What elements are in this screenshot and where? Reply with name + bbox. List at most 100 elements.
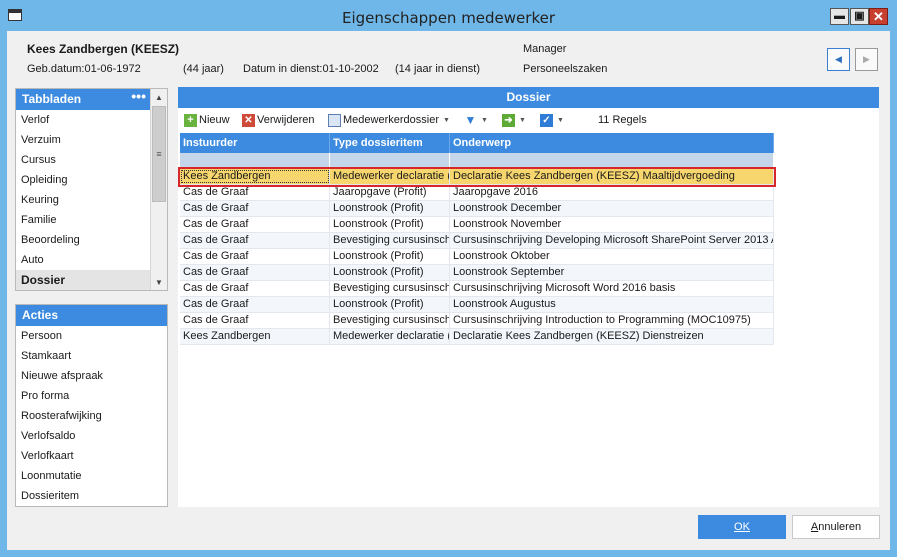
table-row[interactable]: Cas de Graaf Bevestiging cursusinsch Cur… [180,233,774,249]
cell-onderwerp[interactable]: Loonstrook November [450,217,774,232]
cell-type[interactable]: Loonstrook (Profit) [330,265,450,280]
table-row[interactable]: Cas de Graaf Loonstrook (Profit) Loonstr… [180,249,774,265]
chevron-down-icon: ▼ [481,116,488,124]
cell-instuurder[interactable]: Cas de Graaf [180,297,330,312]
tab-verlof[interactable]: Verlof [16,110,151,130]
next-record-button[interactable]: ▶ [855,48,878,71]
cell-onderwerp[interactable]: Loonstrook Oktober [450,249,774,264]
grid-rows: Kees Zandbergen Medewerker declaratie ( … [178,167,776,345]
table-row[interactable]: Cas de Graaf Loonstrook (Profit) Loonstr… [180,265,774,281]
cell-instuurder[interactable]: Cas de Graaf [180,185,330,200]
cell-type[interactable]: Loonstrook (Profit) [330,201,450,216]
action-stamkaart[interactable]: Stamkaart [16,346,167,366]
employee-header: Kees Zandbergen (KEESZ) Geb.datum:01-06-… [7,31,890,85]
filter-cell[interactable] [450,153,774,169]
cancel-button[interactable]: Annuleren [792,515,880,539]
cell-onderwerp[interactable]: Jaaropgave 2016 [450,185,774,200]
cell-type[interactable]: Bevestiging cursusinsch [330,281,450,296]
action-roosterafwijking[interactable]: Roosterafwijking [16,406,167,426]
filter-cell[interactable] [180,153,330,169]
cell-type[interactable]: Jaaropgave (Profit) [330,185,450,200]
cell-onderwerp[interactable]: Loonstrook Augustus [450,297,774,312]
cell-instuurder[interactable]: Cas de Graaf [180,201,330,216]
column-instuurder[interactable]: Instuurder [180,133,330,153]
cell-type[interactable]: Bevestiging cursusinsch [330,233,450,248]
tabs-scrollbar[interactable]: ▲ ≡ ▼ [150,89,167,290]
cell-type[interactable]: Loonstrook (Profit) [330,297,450,312]
cell-instuurder[interactable]: Cas de Graaf [180,233,330,248]
cell-onderwerp[interactable]: Loonstrook September [450,265,774,280]
cell-onderwerp[interactable]: Declaratie Kees Zandbergen (KEESZ) Diens… [450,329,774,344]
tab-beoordeling[interactable]: Beoordeling [16,230,151,250]
tab-familie[interactable]: Familie [16,210,151,230]
ok-button[interactable]: OK [698,515,786,539]
minimize-icon: ▬ [834,10,845,22]
cell-onderwerp[interactable]: Cursusinschrijving Microsoft Word 2016 b… [450,281,774,296]
action-loonmutatie[interactable]: Loonmutatie [16,466,167,486]
scroll-up-icon[interactable]: ▲ [151,89,167,105]
column-onderwerp[interactable]: Onderwerp [450,133,774,153]
action-persoon[interactable]: Persoon [16,326,167,346]
action-pro-forma[interactable]: Pro forma [16,386,167,406]
maximize-button[interactable]: ▣ [850,8,869,25]
tabs-panel-header: Tabbladen ••• [16,86,152,110]
table-row[interactable]: Cas de Graaf Loonstrook (Profit) Loonstr… [180,217,774,233]
chevron-left-icon: ◀ [835,54,842,64]
table-row[interactable]: Cas de Graaf Loonstrook (Profit) Loonstr… [180,297,774,313]
column-type-dossieritem[interactable]: Type dossieritem [330,133,450,153]
cell-type[interactable]: Medewerker declaratie ( [330,329,450,344]
grid-filter-row[interactable] [180,153,774,169]
cell-instuurder[interactable]: Cas de Graaf [180,249,330,264]
action-dossieritem[interactable]: Dossieritem [16,486,167,506]
tab-opleiding[interactable]: Opleiding [16,170,151,190]
tab-verzuim[interactable]: Verzuim [16,130,151,150]
action-nieuwe-afspraak[interactable]: Nieuwe afspraak [16,366,167,386]
table-row[interactable]: Cas de Graaf Bevestiging cursusinsch Cur… [180,281,774,297]
table-row[interactable]: Cas de Graaf Bevestiging cursusinsch Cur… [180,313,774,329]
tab-cursus[interactable]: Cursus [16,150,151,170]
action-verlofsaldo[interactable]: Verlofsaldo [16,426,167,446]
table-row[interactable]: Kees Zandbergen Medewerker declaratie ( … [178,167,776,187]
cell-type[interactable]: Bevestiging cursusinsch [330,313,450,328]
filter-cell[interactable] [330,153,450,169]
cell-instuurder[interactable]: Kees Zandbergen [180,329,330,344]
cell-onderwerp[interactable]: Declaratie Kees Zandbergen (KEESZ) Maalt… [450,169,774,184]
cell-instuurder[interactable]: Cas de Graaf [180,265,330,280]
action-verlofkaart[interactable]: Verlofkaart [16,446,167,466]
cell-onderwerp[interactable]: Cursusinschrijving Developing Microsoft … [450,233,774,248]
tab-auto[interactable]: Auto [16,250,151,270]
chevron-down-icon: ▼ [442,116,450,124]
cell-onderwerp[interactable]: Loonstrook December [450,201,774,216]
cell-instuurder[interactable]: Kees Zandbergen [180,169,330,184]
export-dropdown[interactable]: ➜ ▼ [502,112,526,128]
delete-icon: ✕ [242,113,255,127]
cell-type[interactable]: Loonstrook (Profit) [330,217,450,232]
employee-dossier-dropdown[interactable]: Medewerkerdossier ▼ [328,112,450,128]
minimize-button[interactable]: ▬ [830,8,849,25]
actions-panel-title: Acties [22,308,59,322]
scroll-down-icon[interactable]: ▼ [151,274,167,290]
tab-keuring[interactable]: Keuring [16,190,151,210]
title-bar[interactable]: Eigenschappen medewerker ▬ ▣ ✕ [0,0,897,31]
previous-record-button[interactable]: ◀ [827,48,850,71]
filter-dropdown[interactable]: ▼ ▼ [464,112,488,128]
scrollbar-thumb[interactable]: ≡ [152,106,166,202]
delete-button[interactable]: ✕ Verwijderen [242,112,314,128]
cell-instuurder[interactable]: Cas de Graaf [180,217,330,232]
cell-instuurder[interactable]: Cas de Graaf [180,281,330,296]
grid-header: Instuurder Type dossieritem Onderwerp [180,133,774,153]
cell-type[interactable]: Medewerker declaratie ( [330,169,450,184]
select-dropdown[interactable]: ✓ ▼ [540,112,564,128]
table-row[interactable]: Kees Zandbergen Medewerker declaratie ( … [180,329,774,345]
more-options-icon[interactable]: ••• [131,86,146,107]
table-row[interactable]: Cas de Graaf Loonstrook (Profit) Loonstr… [180,201,774,217]
employee-dossier-label: Medewerkerdossier [343,114,439,126]
cell-instuurder[interactable]: Cas de Graaf [180,313,330,328]
table-row[interactable]: Cas de Graaf Jaaropgave (Profit) Jaaropg… [180,185,774,201]
new-button[interactable]: + Nieuw [184,112,230,128]
cell-onderwerp[interactable]: Cursusinschrijving Introduction to Progr… [450,313,774,328]
cell-type[interactable]: Loonstrook (Profit) [330,249,450,264]
tab-dossier[interactable]: Dossier [16,270,151,290]
close-button[interactable]: ✕ [869,8,888,25]
dossier-panel: Dossier + Nieuw ✕ Verwijderen Medewerker… [178,87,879,507]
